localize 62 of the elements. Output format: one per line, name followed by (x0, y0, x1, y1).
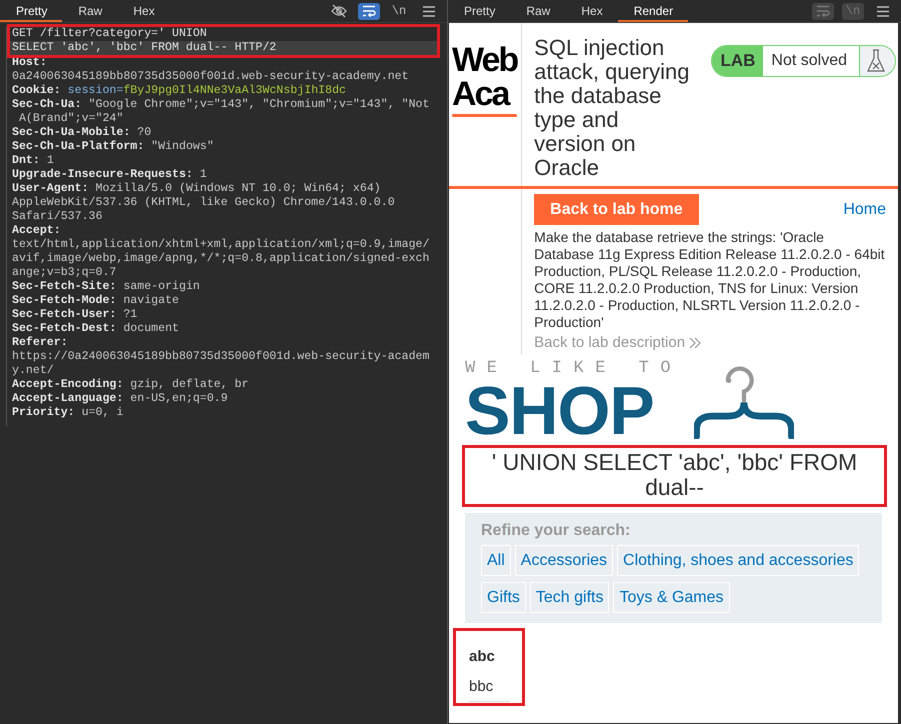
code-line: Sec-Fetch-Site: same-origin (12, 280, 200, 294)
code-line: SELECT 'abc', 'bbc' FROM dual-- HTTP/2 (12, 41, 276, 55)
site-logo: Web Aca (452, 43, 518, 111)
shop-tagline: WE LIKE TO (465, 359, 682, 379)
code-line: Sec-Ch-Ua-Platform: "Windows" (12, 140, 214, 154)
code-line: GET /filter?category=' UNION (12, 27, 207, 41)
code-line: User-Agent: Mozilla/5.0 (Windows NT 10.0; Win64; x64) (12, 182, 381, 196)
code-line: Accept: (12, 224, 61, 238)
result-cell-text: abc (469, 647, 496, 667)
wrap-toggle[interactable] (358, 2, 380, 20)
back-to-description-link[interactable]: Back to lab description (534, 334, 686, 351)
code-line: y.net/ (12, 364, 54, 378)
tab[interactable]: Pretty (0, 0, 62, 22)
code-line: Dnt: 1 (12, 154, 54, 168)
newline-toggle[interactable]: \n (388, 2, 410, 20)
code-line: Sec-Fetch-Mode: navigate (12, 294, 180, 308)
code-line: AppleWebKit/537.36 (KHTML, like Gecko) Chrome/143.0.0.0 (12, 196, 395, 210)
tab[interactable]: Hex (565, 0, 618, 22)
menu-icon (423, 6, 435, 16)
code-line: Host: (12, 56, 47, 70)
code-line: Sec-Ch-Ua-Mobile: ?0 (12, 126, 152, 140)
code-line: Accept-Language: en-US,en;q=0.9 (12, 392, 228, 406)
shop-logo-text: SHOP (465, 383, 655, 439)
tab[interactable]: Raw (62, 0, 118, 22)
code-line: Upgrade-Insecure-Requests: 1 (12, 168, 207, 182)
lab-title: SQL injection attack, querying the database type and version on Oracle (534, 36, 690, 180)
code-line: https://0a240063045189bb80735d35000f001d.web-security-academ (12, 350, 430, 364)
code-line: Referer: (12, 336, 68, 350)
category-filter-link[interactable]: Clothing, shoes and accessories (617, 545, 860, 576)
wrap-icon (362, 5, 376, 17)
search-term-heading: ' UNION SELECT 'abc', 'bbc' FROM dual-- (490, 450, 858, 500)
tab[interactable]: Raw (510, 0, 566, 22)
code-line: text/html,application/xhtml+xml,application/xml;q=0.9,image/ (12, 238, 430, 252)
double-chevron-icon (689, 336, 702, 348)
refine-title: Refine your search: (481, 522, 632, 540)
menu-icon (877, 6, 889, 16)
code-line: Priority: u=0, i (12, 406, 124, 420)
code-line: A(Brand";v="24" (18, 112, 124, 126)
lab-label: LAB (712, 46, 764, 76)
tab[interactable]: Hex (117, 0, 170, 22)
lab-description: Make the database retrieve the strings: 'Oracle Database 11g Express Edition Release 11.2.0.2.0 - 64bit Production, PL/SQL Release 11.2.0.2.0 - Production, CORE 11.2.0.2.0 Production, TNS for Linux: Version 11.2.0.2.0 - Production, NLSRTL Version 11.2.0.2.0 - Production' (534, 229, 886, 331)
code-line: Sec-Ch-Ua: "Google Chrome";v="143", "Chromium";v="143", "Not (12, 98, 430, 112)
home-link[interactable]: Home (843, 200, 886, 218)
code-line: Safari/537.36 (12, 210, 102, 224)
hide-icon (331, 4, 347, 18)
code-line: ange;v=b3;q=0.7 (12, 266, 116, 280)
result-cell: bbc (469, 677, 510, 702)
category-filter-link[interactable]: Tech gifts (530, 582, 610, 613)
flask-icon (867, 49, 885, 73)
code-line: Sec-Fetch-Dest: document (12, 322, 180, 336)
category-filter-link[interactable]: Accessories (514, 545, 614, 576)
category-filter-link[interactable]: All (481, 545, 511, 576)
category-filter-link[interactable]: Gifts (481, 582, 526, 613)
tab[interactable]: Pretty (448, 0, 510, 22)
back-to-lab-button[interactable]: Back to lab home (534, 194, 699, 225)
code-line: Sec-Fetch-User: ?1 (12, 308, 138, 322)
code-line: 0a240063045189bb80735d35000f001d.web-security-academy.net (12, 70, 409, 84)
code-line: avif,image/webp,image/apng,*/*;q=0.8,application/signed-exch (12, 252, 430, 266)
category-filter-link[interactable]: Toys & Games (613, 582, 730, 613)
code-line: Cookie: session=fByJ9pg0Il4NNe3VaAl3WcNsbjIhI8dc (12, 84, 346, 98)
code-line: Accept-Encoding: gzip, deflate, br (12, 378, 249, 392)
wrap-icon (816, 5, 830, 17)
